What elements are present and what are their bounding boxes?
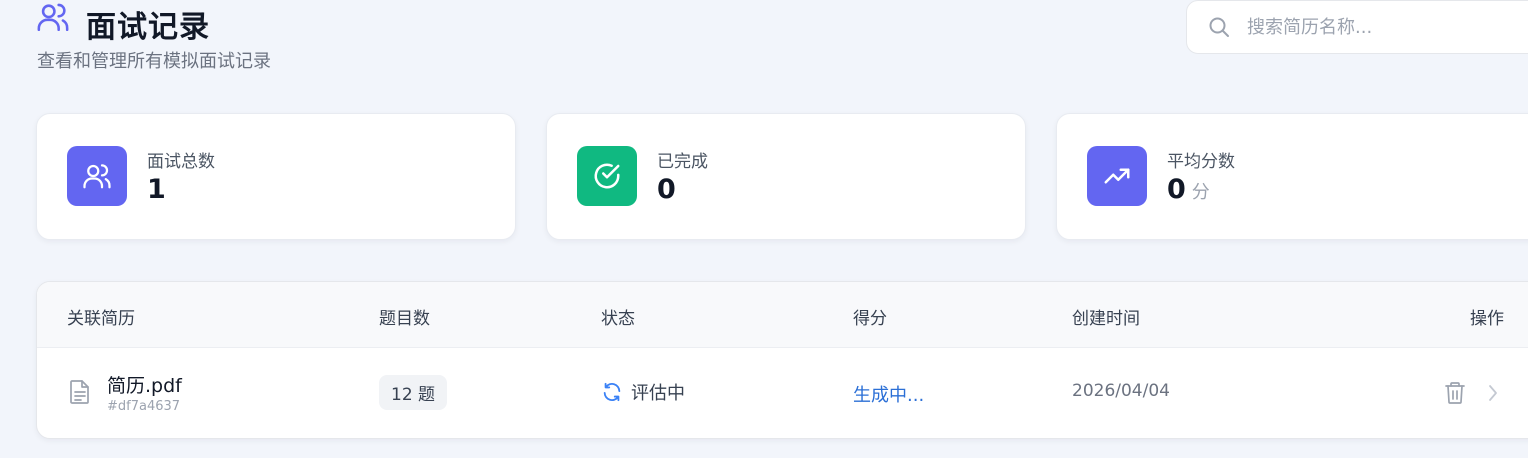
refresh-icon: [603, 382, 621, 402]
page-subtitle: 查看和管理所有模拟面试记录: [37, 51, 271, 72]
records-table: 关联简历 题目数 状态 得分 创建时间 操作 简历.pdf #df7a4637 …: [36, 281, 1528, 439]
stat-value: 0: [657, 174, 676, 205]
stat-badge: [577, 146, 637, 206]
search-icon: [1209, 17, 1229, 37]
trash-icon[interactable]: [1443, 380, 1467, 406]
resume-file-id: #df7a4637: [107, 399, 181, 414]
question-count-badge: 12 题: [379, 375, 448, 410]
check-circle-icon: [594, 163, 620, 189]
interview-records-page: 面试记录 查看和管理所有模拟面试记录 面试总数 1 已完成: [0, 0, 1528, 458]
table-row[interactable]: 简历.pdf #df7a4637 12 题 评估中 生成中... 2026/04…: [37, 348, 1528, 438]
stat-card-average-score: 平均分数 0分: [1056, 113, 1528, 240]
status-cell: 评估中: [601, 379, 685, 405]
chevron-right-icon[interactable]: [1483, 380, 1503, 406]
column-header-resume: 关联简历: [67, 309, 135, 329]
score-text: 生成中...: [853, 385, 925, 406]
stat-card-completed: 已完成 0: [546, 113, 1026, 240]
resume-file-name: 简历.pdf: [107, 375, 182, 397]
stat-card-total: 面试总数 1: [36, 113, 516, 240]
table-header: 关联简历 题目数 状态 得分 创建时间 操作: [37, 282, 1528, 348]
column-header-created: 创建时间: [1072, 309, 1140, 329]
stat-label: 已完成: [657, 152, 708, 172]
status-text: 评估中: [631, 383, 685, 404]
column-header-actions: 操作: [1470, 309, 1504, 329]
stat-label: 平均分数: [1167, 152, 1235, 172]
search-input[interactable]: [1247, 16, 1527, 38]
created-date: 2026/04/04: [1072, 381, 1170, 401]
stat-unit: 分: [1191, 182, 1210, 203]
users-icon: [83, 164, 111, 189]
stat-badge: [67, 146, 127, 206]
column-header-score: 得分: [853, 309, 887, 329]
stat-badge: [1087, 146, 1147, 206]
users-icon: [37, 3, 69, 32]
stat-value: 0分: [1167, 174, 1210, 205]
file-text-icon: [70, 380, 89, 404]
trending-up-icon: [1104, 168, 1130, 184]
search-box[interactable]: [1186, 0, 1528, 54]
page-title: 面试记录: [86, 10, 210, 45]
column-header-questions: 题目数: [379, 309, 430, 329]
column-header-status: 状态: [601, 309, 635, 329]
stat-label: 面试总数: [147, 152, 215, 172]
stat-value: 1: [147, 174, 166, 205]
